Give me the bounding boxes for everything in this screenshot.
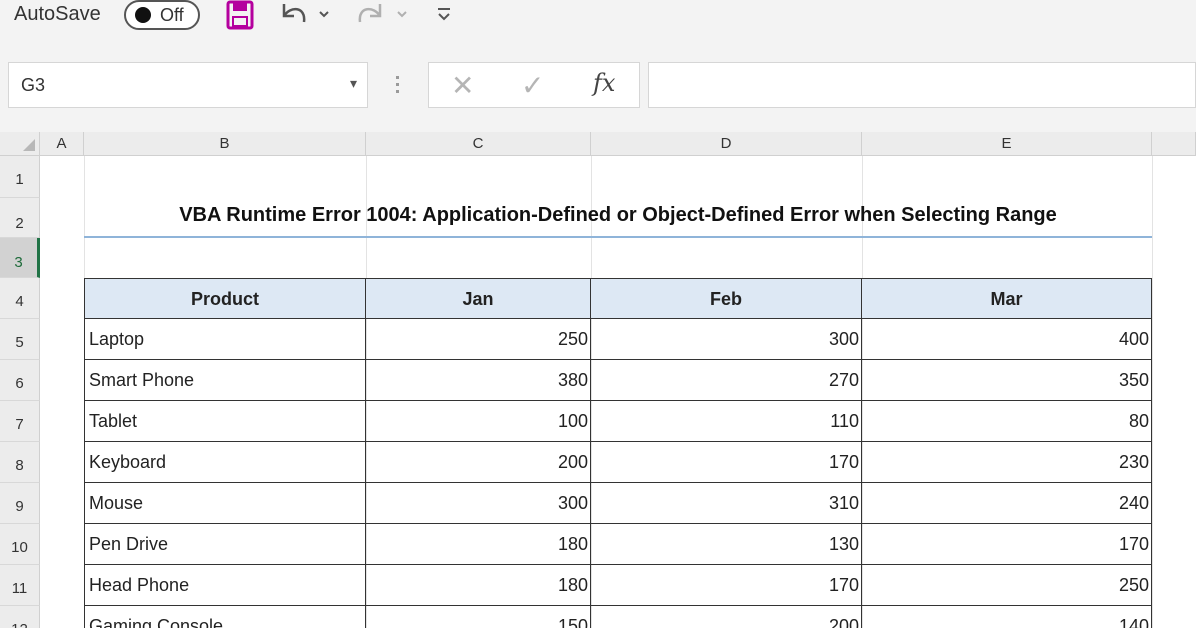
name-box[interactable]: G3 ▾ (8, 62, 368, 108)
product-cell[interactable]: Laptop (84, 319, 366, 360)
feb-cell[interactable]: 270 (591, 360, 862, 401)
worksheet-grid[interactable]: A B C D E 1 2 3 4 5 6 7 8 9 10 11 12 VBA… (0, 132, 1196, 628)
jan-cell[interactable]: 180 (366, 524, 591, 565)
row-header-12[interactable]: 12 (0, 606, 40, 628)
jan-cell[interactable]: 150 (366, 606, 591, 628)
feb-cell[interactable]: 130 (591, 524, 862, 565)
column-header-c[interactable]: C (366, 132, 591, 156)
column-header-next[interactable] (1152, 132, 1196, 156)
enter-icon[interactable]: ✓ (521, 69, 544, 102)
table-row: Tablet 100 110 80 (84, 401, 1152, 442)
undo-dropdown-icon[interactable] (316, 4, 332, 24)
quick-access-toolbar: AutoSave Off (0, 0, 1196, 46)
row-header-4[interactable]: 4 (0, 278, 40, 319)
jan-cell[interactable]: 250 (366, 319, 591, 360)
feb-cell[interactable]: 300 (591, 319, 862, 360)
cancel-icon[interactable]: ✕ (451, 69, 474, 102)
mar-cell[interactable]: 250 (862, 565, 1152, 606)
redo-icon[interactable] (352, 0, 388, 30)
gridline (1152, 156, 1153, 628)
row-header-9[interactable]: 9 (0, 483, 40, 524)
customize-qat-icon[interactable] (434, 2, 454, 26)
save-icon[interactable] (222, 0, 258, 30)
row-header-10[interactable]: 10 (0, 524, 40, 565)
name-box-value: G3 (21, 75, 46, 95)
autosave-toggle[interactable]: Off (124, 0, 200, 30)
row-header-7[interactable]: 7 (0, 401, 40, 442)
undo-icon[interactable] (276, 0, 312, 30)
header-cell[interactable]: Jan (366, 278, 591, 319)
product-cell[interactable]: Mouse (84, 483, 366, 524)
feb-cell[interactable]: 170 (591, 442, 862, 483)
feb-cell[interactable]: 170 (591, 565, 862, 606)
table-row: Head Phone 180 170 250 (84, 565, 1152, 606)
sheet-title[interactable]: VBA Runtime Error 1004: Application-Defi… (84, 204, 1152, 227)
row-header-3[interactable]: 3 (0, 238, 40, 278)
header-cell[interactable]: Feb (591, 278, 862, 319)
jan-cell[interactable]: 180 (366, 565, 591, 606)
header-cell[interactable]: Mar (862, 278, 1152, 319)
table-row: Mouse 300 310 240 (84, 483, 1152, 524)
formula-buttons: ✕ ✓ fx (428, 62, 640, 108)
table-row: Pen Drive 180 130 170 (84, 524, 1152, 565)
mar-cell[interactable]: 140 (862, 606, 1152, 628)
insert-function-button[interactable]: fx (593, 69, 615, 97)
row-header-5[interactable]: 5 (0, 319, 40, 360)
mar-cell[interactable]: 170 (862, 524, 1152, 565)
column-header-e[interactable]: E (862, 132, 1152, 156)
jan-cell[interactable]: 380 (366, 360, 591, 401)
select-all-icon (23, 139, 35, 151)
row-header-1[interactable]: 1 (0, 156, 40, 198)
table-row: Smart Phone 380 270 350 (84, 360, 1152, 401)
mar-cell[interactable]: 240 (862, 483, 1152, 524)
product-cell[interactable]: Tablet (84, 401, 366, 442)
sales-table: Product Jan Feb Mar Laptop 250 300 400 S… (84, 278, 1152, 628)
mar-cell[interactable]: 400 (862, 319, 1152, 360)
title-underline (84, 236, 1152, 238)
column-header-d[interactable]: D (591, 132, 862, 156)
table-header-row: Product Jan Feb Mar (84, 278, 1152, 319)
drag-handle-icon[interactable] (394, 72, 400, 100)
table-row: Laptop 250 300 400 (84, 319, 1152, 360)
feb-cell[interactable]: 200 (591, 606, 862, 628)
select-all-button[interactable] (0, 132, 40, 156)
autosave-state: Off (160, 5, 184, 25)
product-cell[interactable]: Pen Drive (84, 524, 366, 565)
formula-input[interactable] (648, 62, 1196, 108)
jan-cell[interactable]: 200 (366, 442, 591, 483)
autosave-label: AutoSave (14, 3, 101, 25)
feb-cell[interactable]: 310 (591, 483, 862, 524)
row-header-11[interactable]: 11 (0, 565, 40, 606)
jan-cell[interactable]: 300 (366, 483, 591, 524)
table-row: Gaming Console 150 200 140 (84, 606, 1152, 628)
formula-bar: G3 ▾ ✕ ✓ fx (0, 46, 1196, 132)
chevron-down-icon[interactable]: ▾ (350, 75, 357, 92)
product-cell[interactable]: Gaming Console (84, 606, 366, 628)
row-header-8[interactable]: 8 (0, 442, 40, 483)
mar-cell[interactable]: 350 (862, 360, 1152, 401)
row-header-6[interactable]: 6 (0, 360, 40, 401)
mar-cell[interactable]: 80 (862, 401, 1152, 442)
mar-cell[interactable]: 230 (862, 442, 1152, 483)
table-row: Keyboard 200 170 230 (84, 442, 1152, 483)
column-header-a[interactable]: A (40, 132, 84, 156)
header-cell[interactable]: Product (84, 278, 366, 319)
product-cell[interactable]: Keyboard (84, 442, 366, 483)
row-header-2[interactable]: 2 (0, 198, 40, 238)
jan-cell[interactable]: 100 (366, 401, 591, 442)
column-header-b[interactable]: B (84, 132, 366, 156)
redo-dropdown-icon[interactable] (394, 4, 410, 24)
product-cell[interactable]: Smart Phone (84, 360, 366, 401)
feb-cell[interactable]: 110 (591, 401, 862, 442)
toggle-knob (135, 7, 151, 23)
product-cell[interactable]: Head Phone (84, 565, 366, 606)
